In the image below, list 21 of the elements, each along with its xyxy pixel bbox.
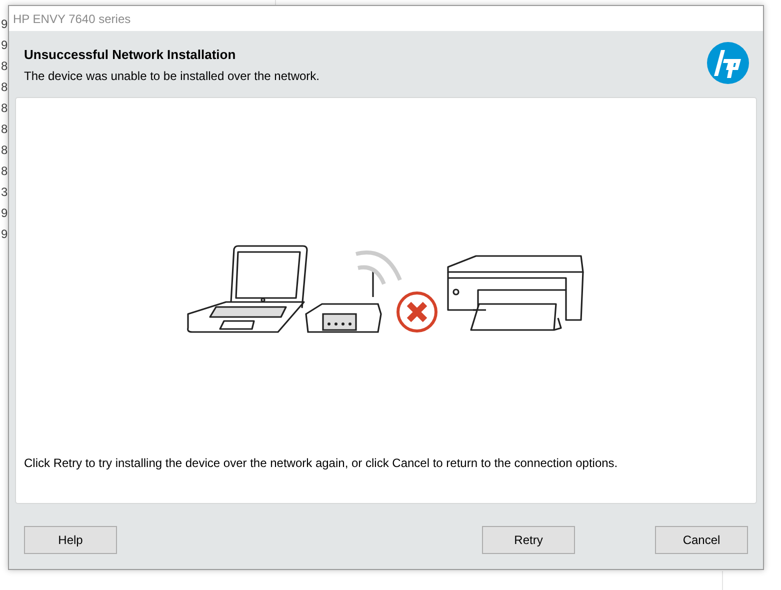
error-icon [396, 292, 438, 332]
window-title: HP ENVY 7640 series [13, 12, 131, 26]
list-cell: 8 [1, 122, 8, 136]
logo-icon [707, 42, 749, 84]
list-cell: 8 [1, 164, 8, 178]
list-cell: 9 [1, 38, 8, 52]
instruction-text: Click Retry to try installing the device over the network again, or click Cancel to return to the connection options. [23, 456, 619, 472]
list-cell: 9 [1, 227, 8, 241]
dialog-button[interactable]: Retry [482, 526, 575, 554]
dialog-button[interactable]: Cancel [655, 526, 748, 554]
list-cell: 3 [1, 185, 8, 199]
subtitle: The device was unable to be installed over the network. [24, 69, 320, 83]
list-cell: 8 [1, 80, 8, 94]
heading: Unsuccessful Network Installation [24, 47, 237, 62]
list-cell: 9 [1, 17, 8, 31]
list-cell: 9 [1, 206, 8, 220]
list-cell: 8 [1, 59, 8, 73]
wifi-signal-icon [356, 250, 402, 285]
list-cell: 8 [1, 143, 8, 157]
dialog-button[interactable]: Help [24, 526, 117, 554]
list-cell: 8 [1, 101, 8, 115]
